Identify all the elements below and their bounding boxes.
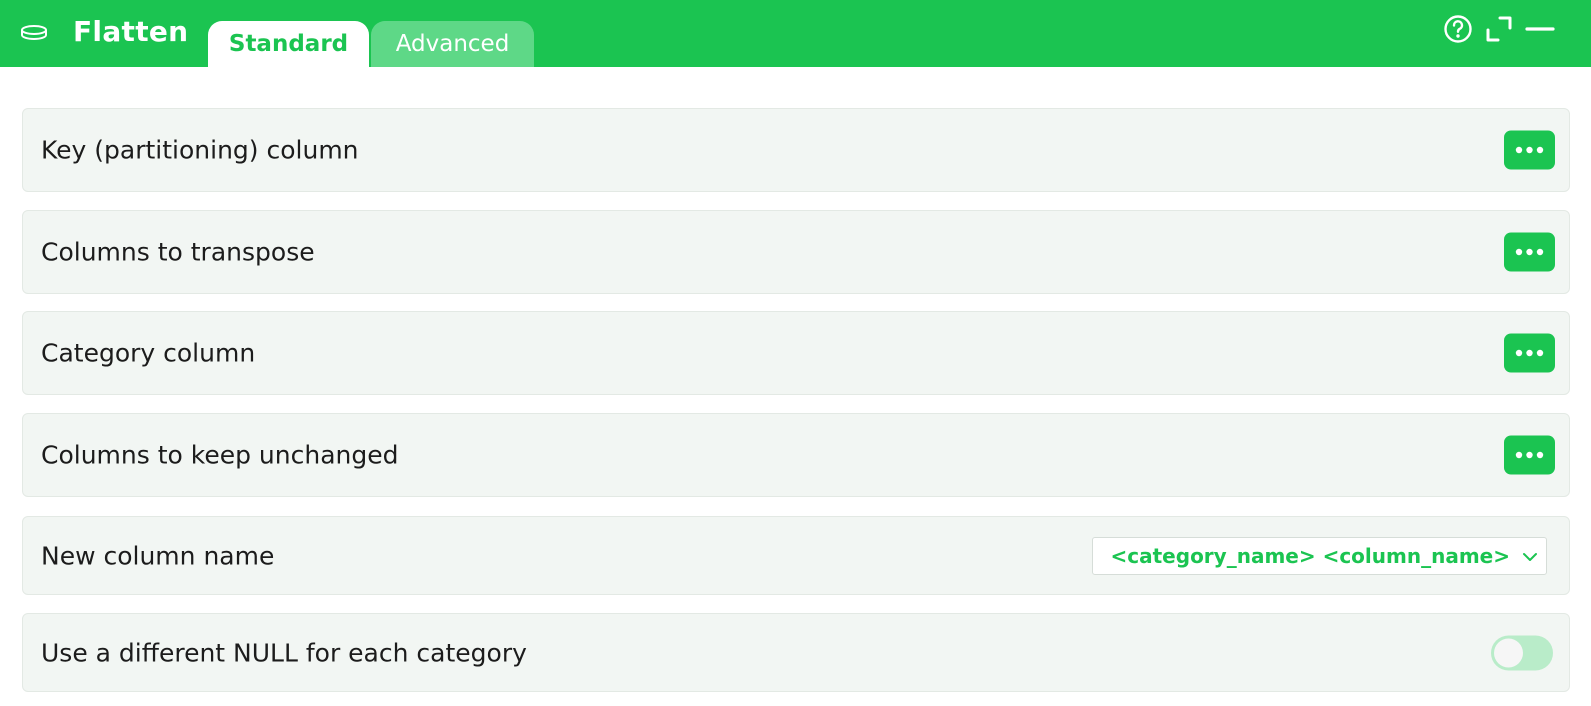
row-columns-to-keep-unchanged: Columns to keep unchanged bbox=[22, 413, 1570, 497]
more-dots-icon bbox=[1515, 349, 1544, 357]
row-different-null-per-category: Use a different NULL for each category bbox=[22, 613, 1570, 692]
more-dots-icon bbox=[1515, 146, 1544, 154]
new-column-name-select[interactable]: <category_name> <column_name> bbox=[1092, 536, 1547, 575]
key-column-options-button[interactable] bbox=[1504, 130, 1555, 170]
more-dots-icon bbox=[1515, 451, 1544, 459]
unchanged-columns-options-button[interactable] bbox=[1504, 435, 1555, 475]
row-category-column: Category column bbox=[22, 311, 1570, 395]
category-column-options-button[interactable] bbox=[1504, 333, 1555, 373]
tab-standard[interactable]: Standard bbox=[208, 21, 369, 67]
header-bar: Flatten Standard Advanced bbox=[0, 0, 1591, 67]
different-null-toggle[interactable] bbox=[1491, 635, 1553, 670]
row-new-column-name: New column name <category_name> <column_… bbox=[22, 516, 1570, 595]
help-circle-icon[interactable] bbox=[1442, 13, 1474, 45]
transpose-columns-options-button[interactable] bbox=[1504, 232, 1555, 272]
app-title: Flatten bbox=[73, 15, 189, 48]
row-label: New column name bbox=[41, 541, 275, 570]
tab-advanced[interactable]: Advanced bbox=[371, 21, 534, 67]
more-dots-icon bbox=[1515, 248, 1544, 256]
row-label: Key (partitioning) column bbox=[41, 135, 359, 165]
toggle-knob bbox=[1494, 638, 1523, 667]
chevron-down-icon bbox=[1523, 552, 1537, 561]
expand-icon[interactable] bbox=[1483, 13, 1515, 45]
row-label: Columns to transpose bbox=[41, 237, 315, 267]
database-disk-icon bbox=[21, 25, 47, 40]
row-label: Category column bbox=[41, 338, 256, 368]
row-columns-to-transpose: Columns to transpose bbox=[22, 210, 1570, 294]
row-label: Use a different NULL for each category bbox=[41, 638, 527, 667]
row-key-partitioning-column: Key (partitioning) column bbox=[22, 108, 1570, 192]
minimize-icon[interactable] bbox=[1524, 13, 1556, 45]
row-label: Columns to keep unchanged bbox=[41, 440, 399, 470]
select-value: <category_name> <column_name> bbox=[1110, 543, 1510, 568]
